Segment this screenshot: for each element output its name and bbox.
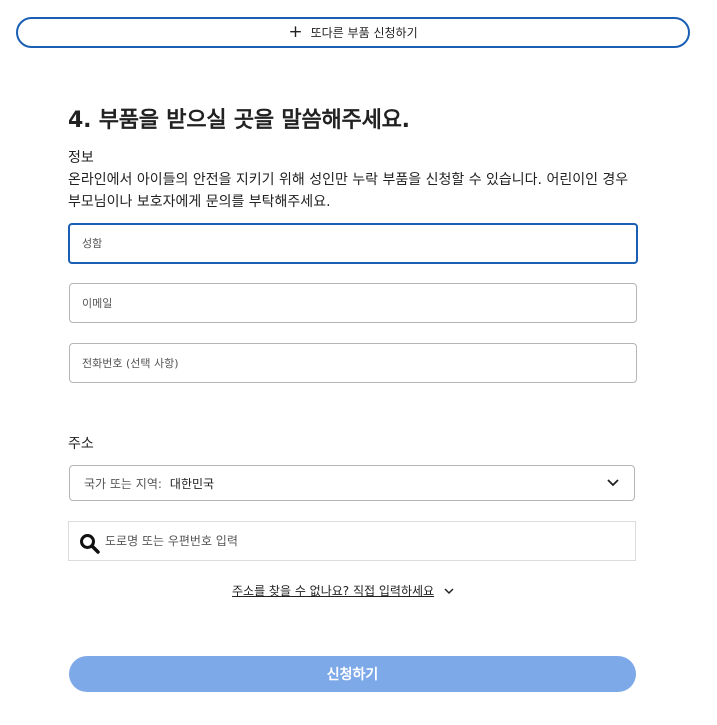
chevron-down-icon	[444, 584, 454, 598]
name-input[interactable]	[70, 225, 636, 262]
country-select[interactable]: 국가 또는 지역: 대한민국	[69, 465, 635, 501]
country-select-value: 대한민국	[169, 476, 215, 491]
address-search-field[interactable]	[68, 521, 636, 561]
name-field[interactable]	[68, 223, 638, 264]
manual-address-link[interactable]: 주소를 찾을 수 없나요? 직접 입력하세요	[232, 582, 454, 599]
add-another-part-label: 또다른 부품 신청하기	[310, 26, 418, 40]
add-another-part-button[interactable]: + 또다른 부품 신청하기	[16, 17, 690, 48]
country-select-prefix: 국가 또는 지역:	[84, 476, 162, 491]
section-title: 4. 부품을 받으실 곳을 말씀해주세요.	[68, 108, 410, 133]
info-label: 정보	[68, 150, 94, 166]
chevron-down-icon	[606, 476, 620, 490]
manual-address-link-text: 주소를 찾을 수 없나요? 직접 입력하세요	[232, 584, 435, 598]
search-icon	[79, 533, 101, 555]
info-description: 온라인에서 아이들의 안전을 지키기 위해 성인만 누락 부품을 신청할 수 있…	[68, 172, 629, 210]
phone-field[interactable]	[69, 343, 637, 383]
email-field[interactable]	[69, 283, 637, 323]
plus-icon: +	[288, 22, 303, 42]
email-input[interactable]	[70, 284, 636, 322]
address-label: 주소	[68, 436, 94, 452]
submit-button[interactable]: 신청하기	[69, 656, 636, 692]
phone-input[interactable]	[70, 344, 636, 382]
address-search-input[interactable]	[101, 522, 635, 560]
